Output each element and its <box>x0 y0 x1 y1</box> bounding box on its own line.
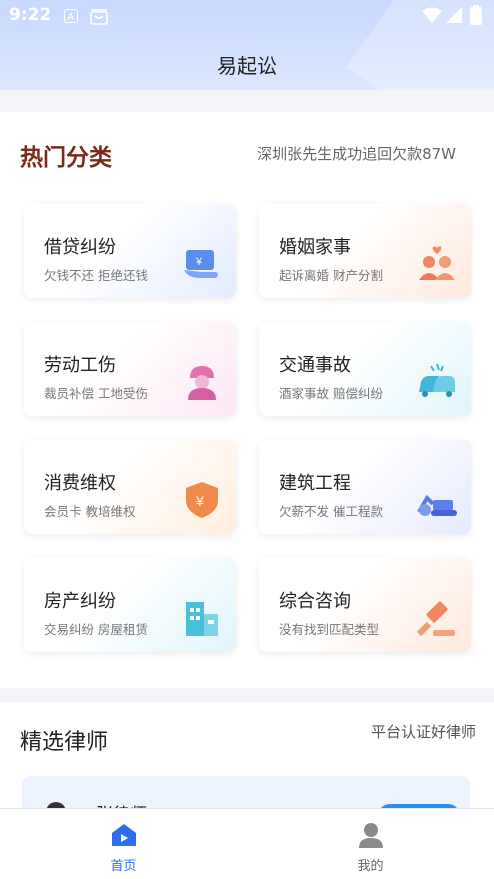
category-desc: 裁员补偿 工地受伤 <box>44 386 148 401</box>
battery-icon <box>470 5 482 29</box>
success-ticker: 深圳张先生成功追回欠款87W <box>257 145 456 163</box>
category-desc: 欠钱不还 拒绝还钱 <box>44 268 148 283</box>
hot-categories-title: 热门分类 <box>20 145 112 171</box>
wallet-icon: ¥ <box>182 244 222 284</box>
category-name: 综合咨询 <box>279 591 351 612</box>
status-time: 9:22 <box>9 5 52 25</box>
notification-a-icon: A <box>64 9 78 27</box>
lawyers-title: 精选律师 <box>20 730 109 755</box>
category-labor-injury[interactable]: 劳动工伤 裁员补偿 工地受伤 <box>24 322 236 416</box>
page-title: 易起讼 <box>217 54 277 78</box>
shield-yuan-icon: ¥ <box>182 480 222 520</box>
category-name: 消费维权 <box>44 473 116 494</box>
tab-mine[interactable]: 我的 <box>247 809 494 879</box>
category-desc: 起诉离婚 财产分割 <box>279 268 383 283</box>
category-desc: 没有找到匹配类型 <box>279 622 380 637</box>
couple-icon <box>417 244 457 284</box>
notification-bag-icon <box>90 9 108 29</box>
tab-mine-label: 我的 <box>357 859 384 874</box>
category-desc: 交易纠纷 房屋租赁 <box>44 622 148 637</box>
divider <box>0 90 494 100</box>
svg-text:A: A <box>68 12 75 23</box>
tab-home[interactable]: 首页 <box>0 809 247 879</box>
building-icon <box>182 598 222 638</box>
category-name: 建筑工程 <box>279 473 351 494</box>
svg-text:¥: ¥ <box>195 256 203 268</box>
bottom-tab-bar: 首页 我的 <box>0 808 494 879</box>
user-icon <box>357 821 385 849</box>
category-general-consult[interactable]: 综合咨询 没有找到匹配类型 <box>259 558 471 652</box>
home-icon <box>110 821 138 849</box>
worker-icon <box>182 362 222 402</box>
signal-icon <box>446 7 462 27</box>
category-marriage-family[interactable]: 婚姻家事 起诉离婚 财产分割 <box>259 204 471 298</box>
category-name: 房产纠纷 <box>44 591 116 612</box>
wifi-icon <box>422 7 442 27</box>
svg-text:¥: ¥ <box>195 493 204 509</box>
category-desc: 会员卡 教培维权 <box>44 504 136 519</box>
category-traffic-accident[interactable]: 交通事故 酒家事故 赔偿纠纷 <box>259 322 471 416</box>
category-construction[interactable]: 建筑工程 欠薪不发 催工程款 <box>259 440 471 534</box>
category-name: 借贷纠纷 <box>44 237 116 258</box>
car-crash-icon <box>417 362 457 402</box>
excavator-icon <box>417 480 457 520</box>
category-desc: 欠薪不发 催工程款 <box>279 504 383 519</box>
gavel-icon <box>416 598 457 638</box>
category-loan-dispute[interactable]: 借贷纠纷 欠钱不还 拒绝还钱 ¥ <box>24 204 236 298</box>
lawyers-subtitle: 平台认证好律师 <box>370 723 476 741</box>
category-name: 劳动工伤 <box>44 355 116 376</box>
category-desc: 酒家事故 赔偿纠纷 <box>279 386 383 401</box>
category-real-estate[interactable]: 房产纠纷 交易纠纷 房屋租赁 <box>24 558 236 652</box>
category-name: 婚姻家事 <box>279 237 351 258</box>
category-name: 交通事故 <box>279 355 351 376</box>
tab-home-label: 首页 <box>110 859 137 874</box>
category-consumer-rights[interactable]: 消费维权 会员卡 教培维权 ¥ <box>24 440 236 534</box>
